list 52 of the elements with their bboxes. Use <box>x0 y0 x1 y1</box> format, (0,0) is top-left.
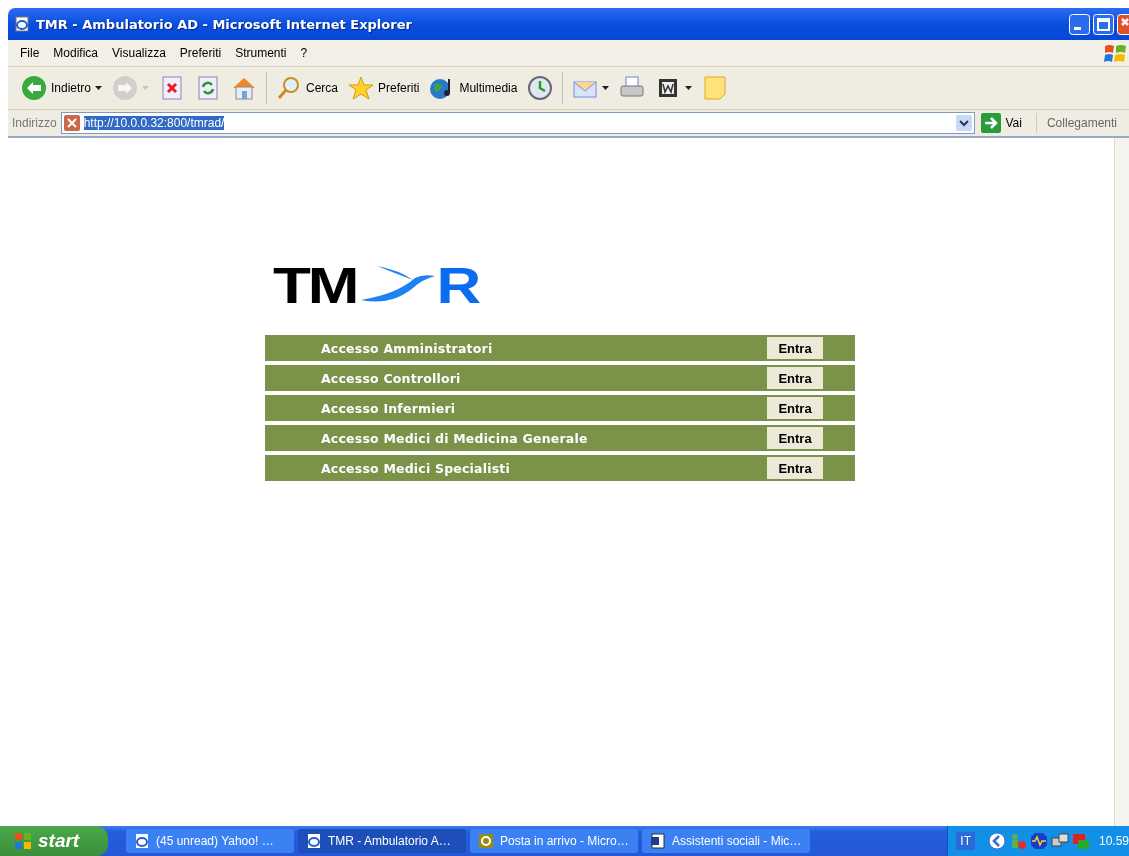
caret-icon <box>602 86 610 90</box>
close-icon[interactable] <box>1117 13 1129 35</box>
toolbar-button[interactable]: Multimedia <box>426 75 521 101</box>
access-label: Accesso Amministratori <box>321 340 494 356</box>
caret-icon <box>685 86 693 90</box>
enter-button[interactable]: Entra <box>767 457 823 479</box>
toolbar-button[interactable]: Cerca <box>273 75 342 101</box>
address-label: Indirizzo <box>12 116 57 130</box>
taskbar-button[interactable]: Assistenti sociali - Mic… <box>642 829 810 853</box>
browser-icon <box>134 833 150 849</box>
enter-button[interactable]: Entra <box>767 367 823 389</box>
access-label: Accesso Infermieri <box>321 400 457 416</box>
address-field[interactable]: http://10.0.0.32:800/tmrad/ <box>60 112 975 134</box>
taskbar-button[interactable]: Posta in arrivo - Micro… <box>470 829 638 853</box>
access-label: Accesso Controllori <box>321 370 462 386</box>
go-arrow-icon <box>980 113 1001 133</box>
history-clock-icon <box>527 75 554 101</box>
sticky-note-icon <box>702 75 729 101</box>
menu-item[interactable]: ? <box>294 46 316 60</box>
menu-item[interactable]: Preferiti <box>173 46 230 60</box>
chevron-left-icon[interactable] <box>987 832 1006 850</box>
taskbar-button[interactable]: (45 unread) Yahoo! … <box>126 829 294 853</box>
enter-button[interactable]: Entra <box>767 337 823 359</box>
menu-item[interactable]: Visualizza <box>106 46 174 60</box>
browser-icon <box>306 833 322 849</box>
language-indicator[interactable]: IT <box>956 832 975 850</box>
access-label: Accesso Medici di Medicina Generale <box>321 430 589 446</box>
caret-icon <box>142 86 150 90</box>
clock: 10.59 <box>1098 834 1129 848</box>
toolbar-button[interactable]: Indietro <box>18 75 106 101</box>
menu-item[interactable]: File <box>14 46 48 60</box>
window-title: TMR - Ambulatorio AD - Microsoft Internet Explorer <box>36 16 413 32</box>
enter-button[interactable]: Entra <box>767 397 823 419</box>
go-button[interactable]: Vai <box>978 113 1037 133</box>
start-button[interactable]: start <box>0 826 108 856</box>
browser-icon <box>14 16 30 32</box>
star-icon <box>348 75 375 101</box>
enter-button[interactable]: Entra <box>767 427 823 449</box>
maximize-icon[interactable] <box>1093 13 1114 35</box>
minimize-icon[interactable] <box>1069 13 1090 35</box>
taskbar-button[interactable]: TMR - Ambulatorio A… <box>298 829 466 853</box>
scrollbar[interactable] <box>1114 138 1129 826</box>
logo: TM R <box>273 256 483 315</box>
menu-item[interactable]: Strumenti <box>229 46 295 60</box>
network-computers-icon[interactable] <box>1050 832 1069 850</box>
access-label: Accesso Medici Specialisti <box>321 460 511 476</box>
links-button[interactable]: Collegamenti <box>1040 116 1129 130</box>
caret-icon <box>95 86 103 90</box>
toolbar-button[interactable]: Preferiti <box>345 75 423 101</box>
menu-item[interactable]: Modifica <box>47 46 107 60</box>
windows-flag-icon <box>14 832 32 850</box>
wave-octagon-icon[interactable] <box>1029 832 1048 850</box>
